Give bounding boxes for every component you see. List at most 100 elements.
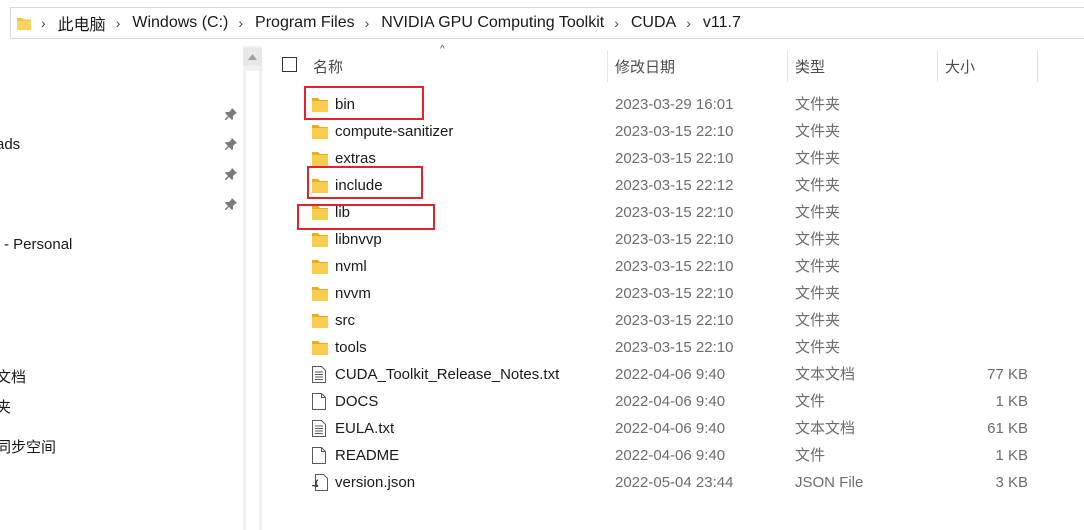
json-file-icon bbox=[311, 474, 328, 491]
highlight-box-bin bbox=[304, 86, 424, 120]
file-name: tools bbox=[335, 339, 367, 356]
file-size: 1 KB bbox=[995, 393, 1028, 410]
file-size bbox=[942, 118, 1028, 145]
file-row[interactable]: libnvvp 2023-03-15 22:10 文件夹 bbox=[262, 226, 1084, 253]
file-name: src bbox=[335, 312, 355, 329]
file-type: JSON File bbox=[795, 474, 864, 491]
file-modified-date: 2022-04-06 9:40 bbox=[615, 420, 726, 437]
file-name: libnvvp bbox=[335, 231, 382, 248]
file-type: 文件 bbox=[795, 447, 826, 464]
folder-icon bbox=[17, 17, 31, 30]
file-name: DOCS bbox=[335, 393, 379, 410]
file-size bbox=[942, 145, 1028, 172]
file-type: 文件夹 bbox=[795, 231, 841, 248]
column-header-type[interactable]: 类型 bbox=[789, 46, 937, 86]
file-size bbox=[942, 307, 1028, 334]
file-modified-date: 2023-03-15 22:10 bbox=[615, 204, 734, 221]
file-type: 文件夹 bbox=[795, 285, 841, 302]
highlight-box-lib bbox=[297, 204, 435, 230]
pin-icon[interactable] bbox=[224, 197, 238, 211]
chevron-right-icon[interactable]: › bbox=[365, 15, 370, 31]
file-row[interactable]: DOCS 2022-04-06 9:40 文件 1 KB bbox=[262, 388, 1084, 415]
text-file-icon bbox=[312, 420, 328, 437]
file-name: version.json bbox=[335, 474, 416, 491]
column-header-modified[interactable]: 修改日期 bbox=[609, 46, 787, 86]
breadcrumb-program-files[interactable]: Program Files bbox=[255, 14, 355, 32]
folder-icon bbox=[312, 123, 328, 140]
nav-item-downloads[interactable]: ads bbox=[0, 136, 20, 153]
breadcrumb-v11-7[interactable]: v11.7 bbox=[703, 14, 741, 32]
file-modified-date: 2023-03-29 16:01 bbox=[615, 96, 734, 113]
file-modified-date: 2023-03-15 22:10 bbox=[615, 258, 734, 275]
file-row[interactable]: compute-sanitizer 2023-03-15 22:10 文件夹 bbox=[262, 118, 1084, 145]
breadcrumb-nvidia-toolkit[interactable]: NVIDIA GPU Computing Toolkit bbox=[381, 14, 604, 32]
file-type: 文件夹 bbox=[795, 177, 841, 194]
nav-item-sync-space[interactable]: 同步空间 bbox=[0, 436, 56, 457]
file-name: EULA.txt bbox=[335, 420, 395, 437]
file-size bbox=[942, 172, 1028, 199]
breadcrumb-windows-c[interactable]: Windows (C:) bbox=[132, 14, 228, 32]
file-row[interactable]: EULA.txt 2022-04-06 9:40 文本文档 61 KB bbox=[262, 415, 1084, 442]
chevron-right-icon[interactable]: › bbox=[614, 15, 619, 31]
file-row[interactable]: tools 2023-03-15 22:10 文件夹 bbox=[262, 334, 1084, 361]
folder-icon bbox=[312, 258, 328, 275]
file-modified-date: 2023-03-15 22:10 bbox=[615, 231, 734, 248]
scrollbar-thumb[interactable] bbox=[246, 71, 259, 530]
chevron-right-icon[interactable]: › bbox=[41, 15, 46, 31]
nav-scrollbar[interactable] bbox=[243, 46, 262, 530]
pin-icon[interactable] bbox=[224, 137, 238, 151]
column-header-size[interactable]: 大小 bbox=[939, 46, 1037, 86]
file-modified-date: 2023-03-15 22:10 bbox=[615, 123, 734, 140]
nav-item-folder[interactable]: 夹 bbox=[0, 396, 11, 417]
file-size bbox=[942, 91, 1028, 118]
chevron-right-icon[interactable]: › bbox=[686, 15, 691, 31]
breadcrumb-this-pc[interactable]: 此电脑 bbox=[58, 11, 106, 35]
file-type: 文件夹 bbox=[795, 204, 841, 221]
file-row[interactable]: nvvm 2023-03-15 22:10 文件夹 bbox=[262, 280, 1084, 307]
file-modified-date: 2022-04-06 9:40 bbox=[615, 366, 726, 383]
folder-icon bbox=[312, 285, 328, 302]
file-type: 文件夹 bbox=[795, 96, 841, 113]
highlight-box-include bbox=[307, 166, 423, 199]
file-type: 文件夹 bbox=[795, 339, 841, 356]
folder-icon bbox=[312, 150, 328, 167]
folder-icon bbox=[312, 231, 328, 248]
file-type: 文件夹 bbox=[795, 258, 841, 275]
file-size: 1 KB bbox=[995, 447, 1028, 464]
scroll-up-arrow-icon[interactable] bbox=[243, 48, 262, 66]
file-modified-date: 2023-03-15 22:10 bbox=[615, 339, 734, 356]
folder-icon bbox=[312, 339, 328, 356]
file-size bbox=[942, 199, 1028, 226]
file-row[interactable]: nvml 2023-03-15 22:10 文件夹 bbox=[262, 253, 1084, 280]
file-name: compute-sanitizer bbox=[335, 123, 454, 140]
text-file-icon bbox=[312, 366, 328, 383]
file-type: 文件夹 bbox=[795, 123, 841, 140]
breadcrumb[interactable]: › 此电脑 › Windows (C:) › Program Files › N… bbox=[10, 7, 1084, 39]
file-row[interactable]: src 2023-03-15 22:10 文件夹 bbox=[262, 307, 1084, 334]
nav-item-documents[interactable]: 文档 bbox=[0, 366, 26, 387]
file-row[interactable]: README 2022-04-06 9:40 文件 1 KB bbox=[262, 442, 1084, 469]
file-modified-date: 2022-05-04 23:44 bbox=[615, 474, 734, 491]
file-type: 文件 bbox=[795, 393, 826, 410]
file-name: nvvm bbox=[335, 285, 371, 302]
column-header-row: ^ 名称 修改日期 类型 大小 bbox=[262, 44, 1084, 86]
file-modified-date: 2022-04-06 9:40 bbox=[615, 447, 726, 464]
file-modified-date: 2023-03-15 22:10 bbox=[615, 312, 734, 329]
file-type: 文本文档 bbox=[795, 366, 856, 383]
file-icon bbox=[312, 393, 328, 410]
file-size bbox=[942, 226, 1028, 253]
folder-icon bbox=[312, 312, 328, 329]
chevron-right-icon[interactable]: › bbox=[116, 15, 121, 31]
select-all-checkbox[interactable] bbox=[282, 57, 297, 72]
pin-icon[interactable] bbox=[224, 167, 238, 181]
file-modified-date: 2023-03-15 22:10 bbox=[615, 150, 734, 167]
column-header-name[interactable]: 名称 bbox=[307, 46, 607, 86]
pin-icon[interactable] bbox=[224, 107, 238, 121]
address-bar: › 此电脑 › Windows (C:) › Program Files › N… bbox=[0, 0, 1084, 46]
file-row[interactable]: version.json 2022-05-04 23:44 JSON File 3 K… bbox=[262, 469, 1084, 496]
breadcrumb-cuda[interactable]: CUDA bbox=[631, 14, 676, 32]
nav-item-onedrive-personal[interactable]: - Personal bbox=[4, 236, 72, 253]
file-type: 文件夹 bbox=[795, 150, 841, 167]
chevron-right-icon[interactable]: › bbox=[238, 15, 243, 31]
file-row[interactable]: CUDA_Toolkit_Release_Notes.txt 2022-04-06… bbox=[262, 361, 1084, 388]
